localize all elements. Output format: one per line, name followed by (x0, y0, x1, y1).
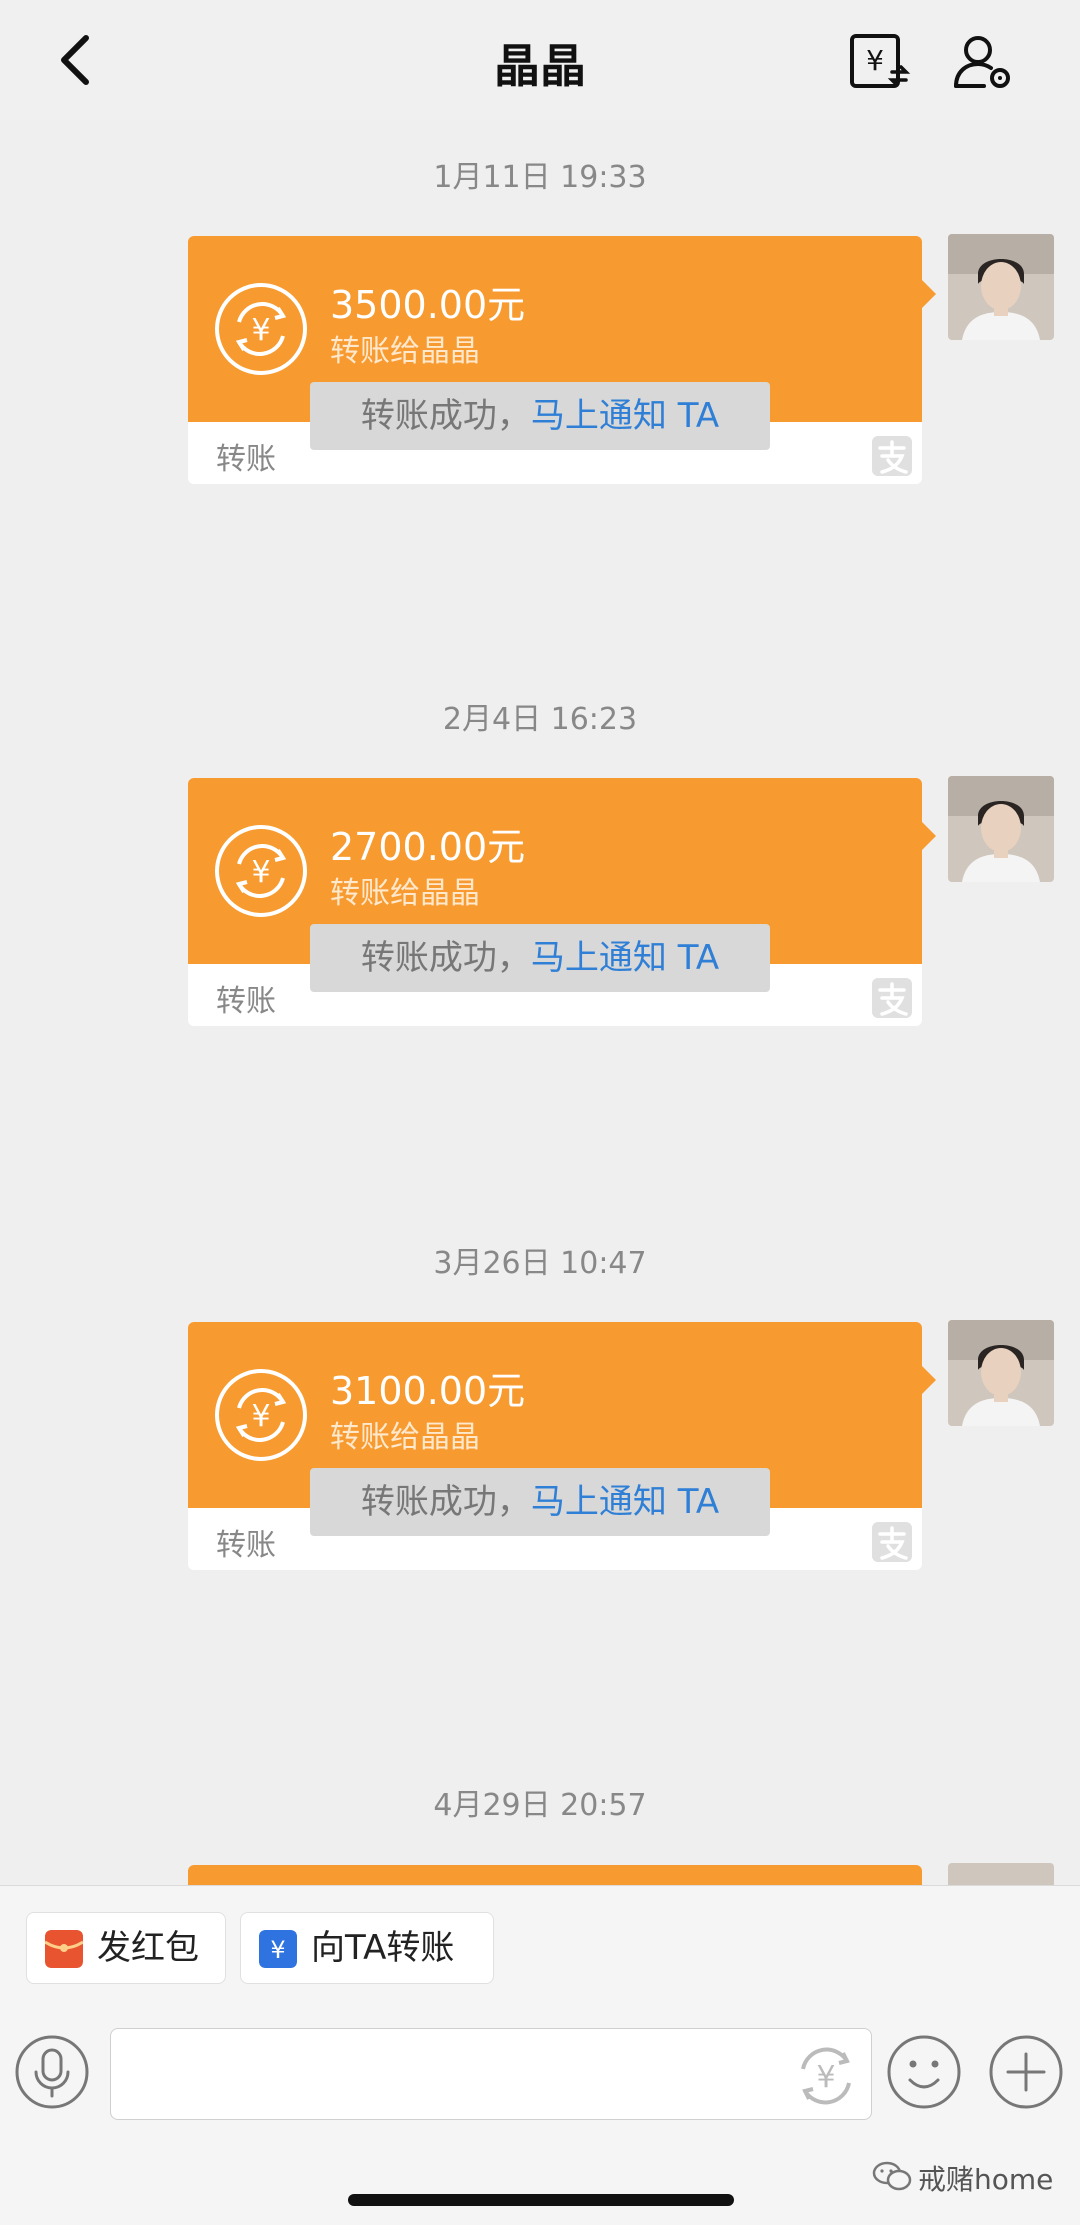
transfer-success-notice: 转账成功，马上通知 TA (310, 1468, 770, 1536)
transfer-success-notice: 转账成功，马上通知 TA (310, 382, 770, 450)
alipay-icon (872, 1522, 912, 1562)
red-packet-icon (45, 1930, 83, 1968)
home-indicator[interactable] (348, 2194, 734, 2206)
voice-input-icon[interactable] (14, 2034, 90, 2110)
message-timestamp: 2月4日 16:23 (442, 702, 638, 737)
message-timestamp: 1月11日 19:33 (433, 160, 647, 195)
chat-messages[interactable]: 1月11日 19:33 ¥ 3500.00元 转账给晶晶 转账 转账成功，马上通 (0, 120, 1080, 1885)
wechat-icon (872, 2161, 912, 2191)
transfer-recipient: 转账给晶晶 (330, 1420, 480, 1455)
avatar[interactable] (948, 1863, 1054, 1885)
transfer-recipient: 转账给晶晶 (330, 876, 480, 911)
transfer-label: 向TA转账 (311, 1928, 455, 1968)
message-input[interactable] (125, 2039, 765, 2109)
svg-text:¥: ¥ (866, 44, 884, 77)
transfer-recipient: 转账给晶晶 (330, 334, 480, 369)
transfer-coin-icon: ¥ (215, 1369, 307, 1461)
red-packet-label: 发红包 (97, 1928, 199, 1968)
svg-text:¥: ¥ (251, 1399, 270, 1434)
notify-link[interactable]: 马上通知 TA (531, 396, 719, 436)
bubble-tail (922, 280, 936, 308)
transfer-coin-icon: ¥ (215, 283, 307, 375)
transfer-card[interactable] (188, 1865, 922, 1885)
transfer-amount: 3500.00元 (330, 283, 526, 327)
message-timestamp: 3月26日 10:47 (433, 1246, 647, 1281)
transfer-label: 转账 (216, 984, 276, 1019)
svg-text:¥: ¥ (251, 313, 270, 348)
svg-text:¥: ¥ (816, 2060, 835, 2095)
watermark-text: 戒赌home (918, 2163, 1054, 2196)
alipay-icon (872, 436, 912, 476)
notify-link[interactable]: 马上通知 TA (531, 938, 719, 978)
bubble-tail (922, 822, 936, 850)
notify-link[interactable]: 马上通知 TA (531, 1482, 719, 1522)
plus-icon[interactable] (988, 2034, 1064, 2110)
transfer-coin-icon: ¥ (215, 825, 307, 917)
message-timestamp: 4月29日 20:57 (433, 1788, 647, 1823)
svg-text:¥: ¥ (270, 1936, 285, 1964)
transfer-to-ta-button[interactable]: ¥ 向TA转账 (240, 1912, 494, 1984)
user-settings-icon[interactable] (952, 30, 1016, 94)
avatar[interactable] (948, 776, 1054, 882)
avatar[interactable] (948, 234, 1054, 340)
nav-header: 晶晶 ¥ (0, 0, 1080, 120)
transfer-amount: 2700.00元 (330, 825, 526, 869)
yuan-exchange-icon[interactable]: ¥ (848, 30, 912, 94)
svg-text:¥: ¥ (251, 855, 270, 890)
quick-transfer-icon[interactable]: ¥ (789, 2039, 863, 2113)
send-red-packet-button[interactable]: 发红包 (26, 1912, 226, 1984)
transfer-label: 转账 (216, 1528, 276, 1563)
alipay-icon (872, 978, 912, 1018)
transfer-icon: ¥ (259, 1930, 297, 1968)
bubble-tail (922, 1366, 936, 1394)
notice-text: 转账成功， (360, 938, 531, 978)
avatar[interactable] (948, 1320, 1054, 1426)
message-input-box[interactable]: ¥ (110, 2028, 872, 2120)
notice-text: 转账成功， (360, 396, 531, 436)
notice-text: 转账成功， (360, 1482, 531, 1522)
transfer-amount: 3100.00元 (330, 1369, 526, 1413)
transfer-label: 转账 (216, 442, 276, 477)
page-title: 晶晶 (494, 39, 586, 93)
emoji-icon[interactable] (886, 2034, 962, 2110)
transfer-success-notice: 转账成功，马上通知 TA (310, 924, 770, 992)
